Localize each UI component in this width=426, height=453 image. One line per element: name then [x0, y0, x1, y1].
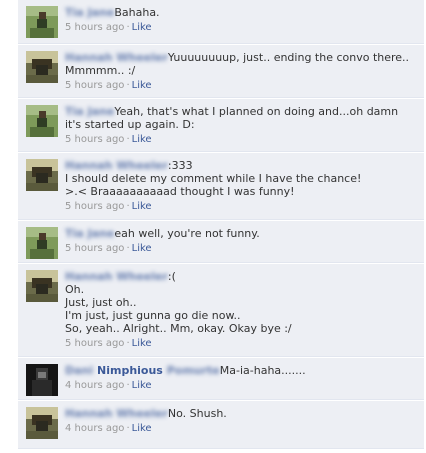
comment-timestamp[interactable]: 5 hours ago [65, 243, 124, 254]
comment-meta: 5 hours ago · Like [65, 134, 152, 145]
comment-text: No. Shush. [167, 407, 227, 420]
comment-text: Ma-ia-haha....... [219, 364, 306, 377]
comment-author[interactable]: Hannah Wheeler [65, 51, 168, 64]
like-link[interactable]: Like [132, 201, 152, 212]
comment-meta: 5 hours ago · Like [65, 243, 152, 254]
like-link[interactable]: Like [132, 243, 152, 254]
comment-meta: 4 hours ago · Like [65, 380, 152, 391]
comment-item: Hannah Wheeler:( Oh. Just, just oh.. I'm… [18, 264, 424, 357]
comment-item: Dani Nimphious PomurteMa-ia-haha....... … [18, 358, 424, 400]
comment-timestamp[interactable]: 5 hours ago [65, 22, 124, 33]
comment-author[interactable]: Dani Nimphious Pomurte [65, 364, 220, 377]
comment-author-first[interactable]: Dani [65, 364, 93, 377]
comment-meta: 4 hours ago · Like [65, 423, 152, 434]
comment-thread: Tia JaneBahaha. 5 hours ago · Like Hannah … [0, 0, 426, 453]
photo-avatar-tia[interactable] [26, 6, 58, 38]
like-link[interactable]: Like [132, 423, 152, 434]
comment-timestamp[interactable]: 4 hours ago [65, 423, 124, 434]
comment-author[interactable]: Tia Jane [65, 6, 114, 19]
comment-meta: 5 hours ago · Like [65, 80, 152, 91]
like-link[interactable]: Like [132, 22, 152, 33]
comment-item: Hannah WheelerNo. Shush. 4 hours ago · Lik… [18, 401, 424, 449]
comment-meta: 5 hours ago · Like [65, 22, 152, 33]
comment-timestamp[interactable]: 5 hours ago [65, 80, 124, 91]
like-link[interactable]: Like [132, 80, 152, 91]
comment-timestamp[interactable]: 5 hours ago [65, 201, 124, 212]
comment-text: Bahaha. [114, 6, 160, 19]
like-link[interactable]: Like [132, 338, 152, 349]
comment-author[interactable]: Tia Jane [65, 227, 114, 240]
photo-avatar-tia[interactable] [26, 227, 58, 259]
comment-item: Tia JaneYeah, that's what I planned on d… [18, 99, 424, 152]
like-link[interactable]: Like [132, 380, 152, 391]
comment-author[interactable]: Hannah Wheeler [65, 270, 168, 283]
comment-item: Hannah Wheeler:333 I should delete my co… [18, 153, 424, 220]
comment-meta: 5 hours ago · Like [65, 201, 152, 212]
photo-avatar-hannah[interactable] [26, 270, 58, 302]
comment-author[interactable]: Hannah Wheeler [65, 407, 168, 420]
comment-timestamp[interactable]: 5 hours ago [65, 338, 124, 349]
photo-avatar-dani[interactable] [26, 364, 58, 396]
comment-item: Tia Janeeah well, you're not funny. 5 ho… [18, 221, 424, 263]
comment-item: Tia JaneBahaha. 5 hours ago · Like [18, 0, 424, 44]
comment-item: Hannah WheelerYuuuuuuuup, just.. ending … [18, 45, 424, 98]
comment-author-visible[interactable]: Nimphious [97, 364, 163, 377]
comment-text: Yeah, that's what I planned on doing and… [65, 105, 399, 131]
like-link[interactable]: Like [132, 134, 152, 145]
photo-avatar-hannah[interactable] [26, 159, 58, 191]
comment-author[interactable]: Tia Jane [65, 105, 114, 118]
comment-author[interactable]: Hannah Wheeler [65, 159, 168, 172]
comment-timestamp[interactable]: 5 hours ago [65, 134, 124, 145]
comment-timestamp[interactable]: 4 hours ago [65, 380, 124, 391]
photo-avatar-hannah[interactable] [26, 407, 58, 439]
comment-text: eah well, you're not funny. [114, 227, 260, 240]
photo-avatar-tia[interactable] [26, 105, 58, 137]
comment-author-last[interactable]: Pomurte [167, 364, 220, 377]
comment-meta: 5 hours ago · Like [65, 338, 152, 349]
photo-avatar-hannah[interactable] [26, 51, 58, 83]
